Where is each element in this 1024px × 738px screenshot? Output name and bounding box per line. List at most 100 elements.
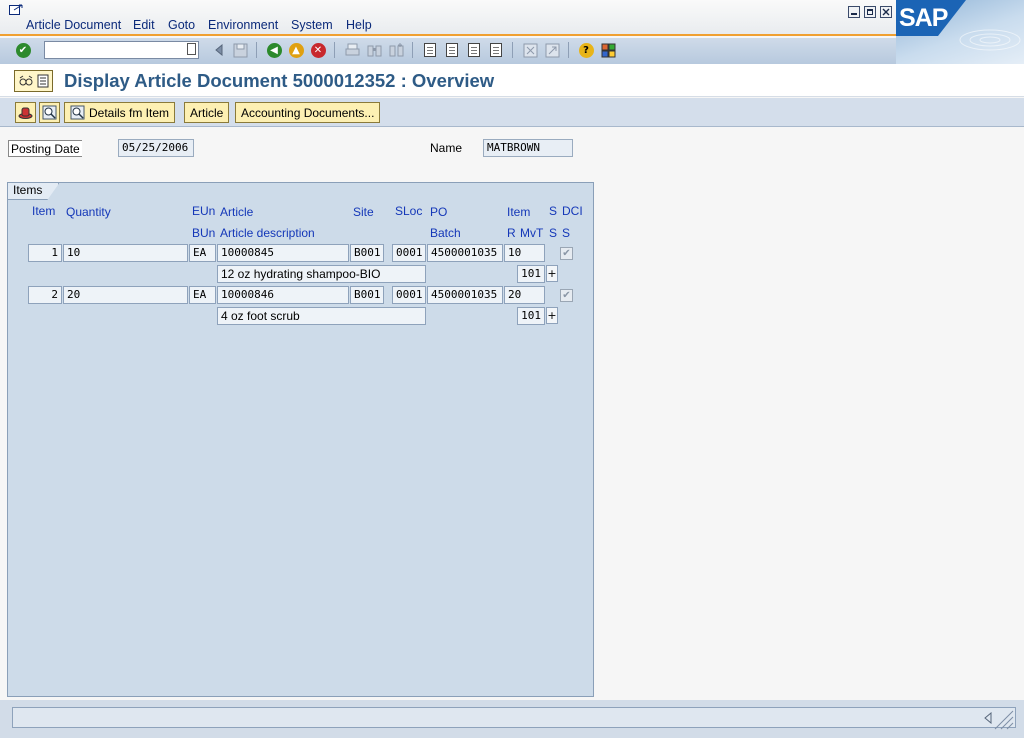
print-button[interactable] (344, 42, 360, 58)
row1-plus-button[interactable]: + (546, 265, 558, 282)
details-from-item-label: Details fm Item (89, 105, 170, 120)
col-eun: EUn (192, 204, 216, 218)
col-quantity: Quantity (66, 205, 111, 219)
name-label: Name (430, 141, 463, 155)
row2-quantity[interactable]: 20 (63, 286, 188, 304)
col-mvt: MvT (520, 226, 544, 240)
first-page-icon (424, 43, 436, 57)
row2-item[interactable]: 2 (28, 286, 62, 304)
row2-article[interactable]: 10000846 (217, 286, 349, 304)
row1-mvt[interactable]: 101 (517, 265, 545, 283)
col-article-description: Article description (220, 226, 315, 240)
article-button[interactable]: Article (184, 102, 230, 123)
row2-dci-checkbox[interactable]: ✔ (560, 289, 573, 302)
minimize-icon (851, 13, 857, 15)
find-next-button[interactable] (388, 42, 404, 58)
row1-site[interactable]: B001 (350, 244, 384, 262)
posting-date-label: Posting Date (8, 140, 82, 157)
previous-page-icon (446, 43, 458, 57)
display-button[interactable] (39, 102, 60, 123)
exit-button[interactable]: ▲ (288, 42, 304, 58)
col-po: PO (430, 205, 448, 219)
row2-plus-button[interactable]: + (546, 307, 558, 324)
cancel-x-icon: ✕ (310, 42, 326, 58)
system-menu-icon[interactable] (9, 4, 23, 16)
command-input[interactable] (45, 42, 183, 58)
document-icon (37, 74, 49, 88)
row1-eun[interactable]: EA (189, 244, 216, 262)
first-page-button[interactable] (422, 42, 438, 58)
col-s: S (549, 204, 558, 218)
col-item: Item (32, 204, 56, 218)
menu-help[interactable]: Help (346, 18, 372, 32)
menu-article-document[interactable]: Article Document (26, 18, 121, 32)
status-message-field (12, 707, 1016, 728)
row1-po-item[interactable]: 10 (504, 244, 545, 262)
col-article: Article (220, 205, 254, 219)
row1-item[interactable]: 1 (28, 244, 62, 262)
checkmark-icon: ✔ (15, 42, 31, 58)
help-button[interactable]: ? (578, 42, 594, 58)
menu-edit[interactable]: Edit (133, 18, 155, 32)
last-page-icon (490, 43, 502, 57)
enter-button[interactable]: ✔ (15, 42, 31, 58)
next-page-button[interactable] (466, 42, 482, 58)
col-r: R (507, 226, 516, 240)
glasses-icon (19, 75, 33, 86)
row1-quantity[interactable]: 10 (63, 244, 188, 262)
row2-mvt[interactable]: 101 (517, 307, 545, 325)
col-s-row2: S (549, 226, 558, 240)
row2-site[interactable]: B001 (350, 286, 384, 304)
row2-eun[interactable]: EA (189, 286, 216, 304)
cancel-button[interactable]: ✕ (310, 42, 326, 58)
magnifier-icon (70, 105, 85, 120)
back-button[interactable]: ◀ (266, 42, 282, 58)
find-button[interactable] (366, 42, 382, 58)
col-po-item: Item (507, 205, 531, 219)
display-user-button[interactable] (15, 102, 36, 123)
details-from-item-button[interactable]: Details fm Item (64, 102, 176, 123)
menu-system[interactable]: System (291, 18, 333, 32)
new-session-icon (523, 43, 537, 57)
create-session-button[interactable] (522, 42, 538, 58)
row1-po[interactable]: 4500001035 (427, 244, 503, 262)
accounting-documents-button[interactable]: Accounting Documents... (235, 102, 381, 123)
col-s2: S (562, 226, 571, 240)
hat-icon (18, 107, 33, 119)
command-field-toggle[interactable] (211, 42, 227, 58)
row1-dci-checkbox[interactable]: ✔ (560, 247, 573, 260)
binoculars-plus-icon (389, 42, 403, 56)
save-icon (233, 43, 247, 57)
command-field[interactable] (44, 41, 199, 59)
col-site: Site (353, 205, 374, 219)
col-dci: DCI (562, 204, 583, 218)
shortcut-button[interactable] (544, 42, 560, 58)
next-page-icon (468, 43, 480, 57)
maximize-button[interactable] (864, 6, 876, 18)
previous-page-button[interactable] (444, 42, 460, 58)
col-sloc: SLoc (395, 204, 423, 218)
row1-sloc[interactable]: 0001 (392, 244, 426, 262)
close-window-button[interactable] (880, 6, 892, 18)
row2-po[interactable]: 4500001035 (427, 286, 503, 304)
menu-goto[interactable]: Goto (168, 18, 195, 32)
triangle-left-icon (215, 44, 223, 56)
magnifier-icon (42, 105, 57, 120)
customize-layout-icon (601, 43, 615, 57)
row1-article[interactable]: 10000845 (217, 244, 349, 262)
row2-description[interactable]: 4 oz foot scrub (217, 307, 426, 325)
other-document-button[interactable] (14, 70, 53, 92)
name-field: MATBROWN (483, 139, 573, 157)
row2-po-item[interactable]: 20 (504, 286, 545, 304)
menu-environment[interactable]: Environment (208, 18, 278, 32)
resize-grip-icon[interactable] (992, 708, 1014, 730)
col-batch: Batch (430, 226, 461, 240)
last-page-button[interactable] (488, 42, 504, 58)
save-button[interactable] (232, 42, 248, 58)
command-history-icon[interactable] (187, 43, 196, 55)
binoculars-icon (367, 45, 381, 56)
row2-sloc[interactable]: 0001 (392, 286, 426, 304)
layout-menu-button[interactable] (600, 42, 616, 58)
minimize-button[interactable] (848, 6, 860, 18)
row1-description[interactable]: 12 oz hydrating shampoo-BIO (217, 265, 426, 283)
